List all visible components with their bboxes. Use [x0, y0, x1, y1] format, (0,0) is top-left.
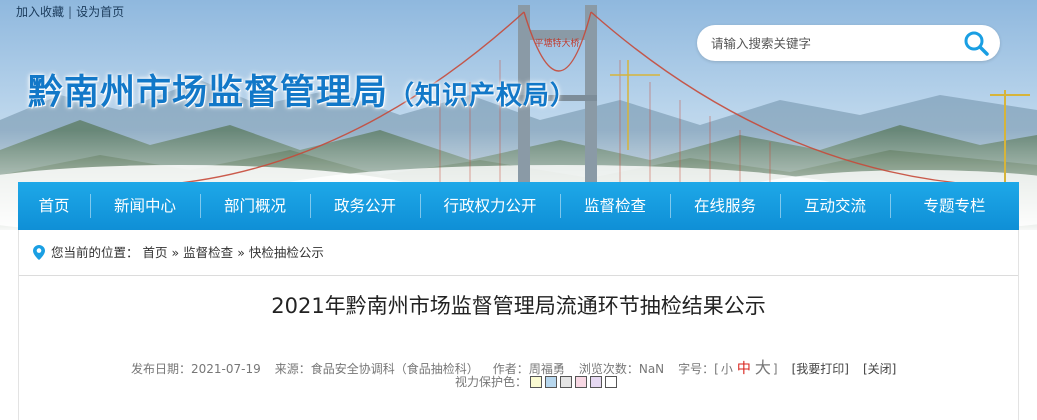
nav-item-department[interactable]: 部门概况 — [200, 182, 310, 230]
nav-item-news[interactable]: 新闻中心 — [90, 182, 200, 230]
font-size-medium-button[interactable]: 中 — [737, 361, 751, 377]
views-count: NaN — [638, 362, 665, 376]
publish-date-label: 发布日期： — [131, 362, 192, 376]
nav-item-interaction[interactable]: 互动交流 — [780, 182, 890, 230]
breadcrumb-prefix: 您当前的位置： — [51, 245, 139, 260]
font-size-close: ] — [772, 362, 778, 376]
article-title: 2021年黔南州市场监督管理局流通环节抽检结果公示 — [271, 294, 766, 318]
nav-item-supervision[interactable]: 监督检查 — [560, 182, 670, 230]
protect-color-swatch[interactable] — [560, 375, 573, 388]
protect-color-swatch[interactable] — [590, 375, 603, 388]
bridge-sign-text: 平塘特大桥 — [534, 37, 579, 49]
search-input[interactable] — [711, 33, 951, 53]
site-title-main: 黔南州市场监督管理局 — [28, 73, 389, 113]
nav-item-online-service[interactable]: 在线服务 — [670, 182, 780, 230]
protect-color-swatch[interactable] — [605, 375, 618, 388]
print-button[interactable]: [我要打印] — [792, 362, 849, 376]
breadcrumb-home[interactable]: 首页 — [143, 245, 168, 260]
set-homepage-link[interactable]: 设为首页 — [76, 5, 124, 19]
main-content: 您当前的位置： 首页» 监督检查» 快检抽检公示 2021年黔南州市场监督管理局流通… — [18, 230, 1019, 420]
close-button[interactable]: [关闭] — [863, 362, 896, 376]
nav-item-administrative-power[interactable]: 行政权力公开 — [420, 182, 560, 230]
topbar-separator: | — [68, 5, 73, 19]
site-title-sub: （知识产权局） — [388, 81, 578, 111]
publish-date: 2021-07-19 — [191, 362, 261, 376]
top-links: 加入收藏 | 设为首页 — [16, 3, 124, 20]
breadcrumb-supervision[interactable]: 监督检查 — [183, 245, 233, 260]
breadcrumb: 您当前的位置： 首页» 监督检查» 快检抽检公示 — [19, 230, 1018, 276]
protect-color-swatch[interactable] — [530, 375, 543, 388]
font-size-small-button[interactable]: 小 — [721, 362, 733, 376]
add-favorite-link[interactable]: 加入收藏 — [16, 5, 64, 19]
main-nav: 首页 新闻中心 部门概况 政务公开 行政权力公开 监督检查 在线服务 互动交流 … — [18, 182, 1019, 230]
breadcrumb-separator: » — [171, 245, 180, 260]
nav-item-home[interactable]: 首页 — [18, 182, 90, 230]
search-box — [697, 25, 1000, 61]
location-pin-icon — [33, 244, 45, 260]
protect-color-swatch[interactable] — [545, 375, 558, 388]
breadcrumb-separator: » — [237, 245, 245, 260]
source-label: 来源： — [274, 362, 311, 376]
search-icon — [964, 31, 989, 56]
nav-item-government-affairs[interactable]: 政务公开 — [310, 182, 420, 230]
search-button[interactable] — [962, 29, 990, 57]
breadcrumb-current[interactable]: 快检抽检公示 — [249, 245, 324, 260]
protect-color-swatch[interactable] — [575, 375, 588, 388]
source: 食品安全协调科（食品抽检科） — [310, 362, 479, 376]
nav-item-special-topics[interactable]: 专题专栏 — [890, 182, 1019, 230]
eye-protection-label: 视力保护色： — [455, 375, 528, 389]
eye-protection-colors: 视力保护色： — [455, 373, 618, 390]
font-size-large-button[interactable]: 大 — [755, 358, 771, 377]
site-title: 黔南州市场监督管理局（知识产权局） — [28, 64, 577, 115]
font-size-label: 字号：[ — [678, 362, 719, 376]
